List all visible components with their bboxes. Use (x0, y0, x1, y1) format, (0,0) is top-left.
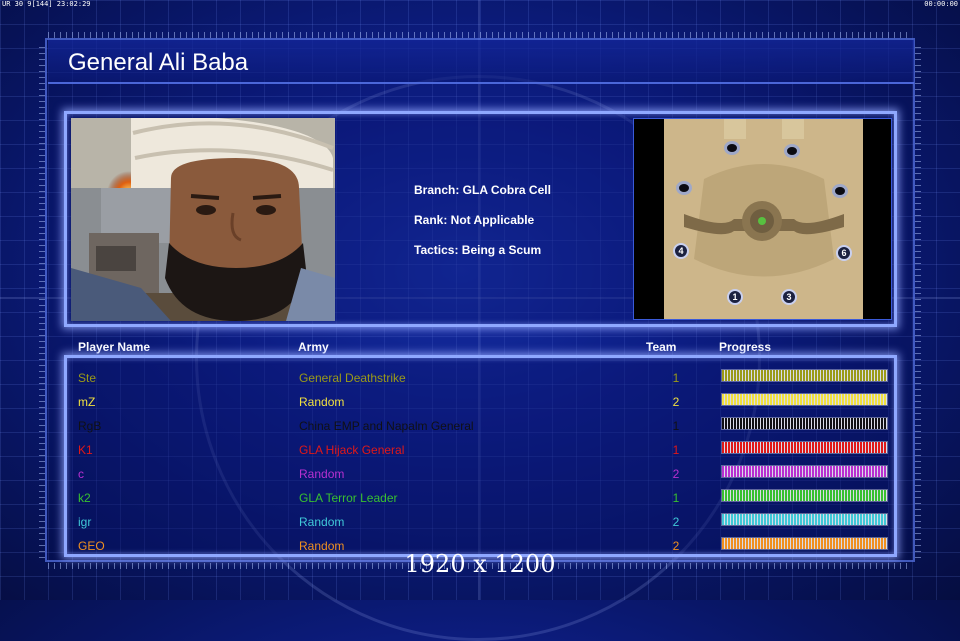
progress-fill (722, 538, 887, 549)
progress-fill (722, 514, 887, 525)
progress-bar (721, 465, 888, 478)
status-left: UR 30 9[144] 23:02:29 (2, 0, 91, 8)
table-row: igr Random 2 (67, 510, 894, 534)
spawn-point-3: 3 (781, 289, 797, 305)
crater-marker (676, 181, 692, 195)
player-name: mZ (78, 395, 96, 409)
spawn-point-6: 6 (836, 245, 852, 261)
ruler-top (48, 32, 912, 38)
player-name: Ste (78, 371, 97, 385)
player-name: K1 (78, 443, 93, 457)
rank-label: Rank: Not Applicable (414, 213, 535, 227)
player-name: c (78, 467, 84, 481)
player-army: Random (299, 515, 345, 529)
table-row: k2 GLA Terror Leader 1 (67, 486, 894, 510)
progress-bar (721, 417, 888, 430)
ruler-right (915, 42, 921, 558)
player-team: 2 (672, 467, 680, 481)
general-title: General Ali Baba (68, 49, 249, 76)
title-bar: General Ali Baba (48, 40, 914, 84)
player-team: 2 (672, 515, 680, 529)
status-right: 00:00:00 (924, 0, 958, 8)
header-team: Team (646, 340, 677, 354)
spawn-point-1: 1 (727, 289, 743, 305)
ruler-left (39, 42, 45, 558)
progress-fill (722, 442, 887, 453)
resolution-watermark: 1920 x 1200 (404, 550, 556, 578)
header-army: Army (298, 340, 329, 354)
progress-bar (721, 537, 888, 550)
progress-fill (722, 490, 887, 501)
player-name: igr (78, 515, 92, 529)
player-army: China EMP and Napalm General (299, 419, 474, 433)
player-name: k2 (78, 491, 91, 505)
progress-bar (721, 441, 888, 454)
crater-marker (724, 141, 740, 155)
table-row: mZ Random 2 (67, 390, 894, 414)
minimap: 4 6 1 3 (633, 118, 892, 320)
progress-bar (721, 513, 888, 526)
progress-fill (722, 466, 887, 477)
table-row: c Random 2 (67, 462, 894, 486)
player-name: RgB (78, 419, 102, 433)
progress-fill (722, 370, 887, 381)
table-row: Ste General Deathstrike 1 (67, 366, 894, 390)
general-portrait (71, 118, 335, 321)
player-roster: Ste General Deathstrike 1 mZ Random 2 RgB China… (64, 355, 897, 557)
table-row: K1 GLA Hijack General 1 (67, 438, 894, 462)
minimap-terrain: 4 6 1 3 (664, 119, 863, 319)
progress-fill (722, 418, 887, 429)
header-progress: Progress (719, 340, 772, 354)
header-player-name: Player Name (78, 340, 151, 354)
crater-marker (832, 184, 848, 198)
player-army: Random (299, 467, 345, 481)
status-bar: UR 30 9[144] 23:02:29 00:00:00 (0, 0, 960, 9)
player-army: Random (299, 395, 345, 409)
player-team: 1 (672, 419, 680, 433)
crater-marker (784, 144, 800, 158)
player-army: GLA Terror Leader (299, 491, 398, 505)
spawn-point-4: 4 (673, 243, 689, 259)
player-team: 1 (672, 371, 680, 385)
player-army: General Deathstrike (299, 371, 406, 385)
table-row: RgB China EMP and Napalm General 1 (67, 414, 894, 438)
branch-label: Branch: GLA Cobra Cell (414, 183, 551, 197)
progress-bar (721, 489, 888, 502)
player-army: GLA Hijack General (299, 443, 405, 457)
player-team: 1 (672, 491, 680, 505)
progress-bar (721, 393, 888, 406)
player-team: 1 (672, 443, 680, 457)
progress-fill (722, 394, 887, 405)
player-team: 2 (672, 395, 680, 409)
tactics-label: Tactics: Being a Scum (414, 243, 542, 257)
progress-bar (721, 369, 888, 382)
